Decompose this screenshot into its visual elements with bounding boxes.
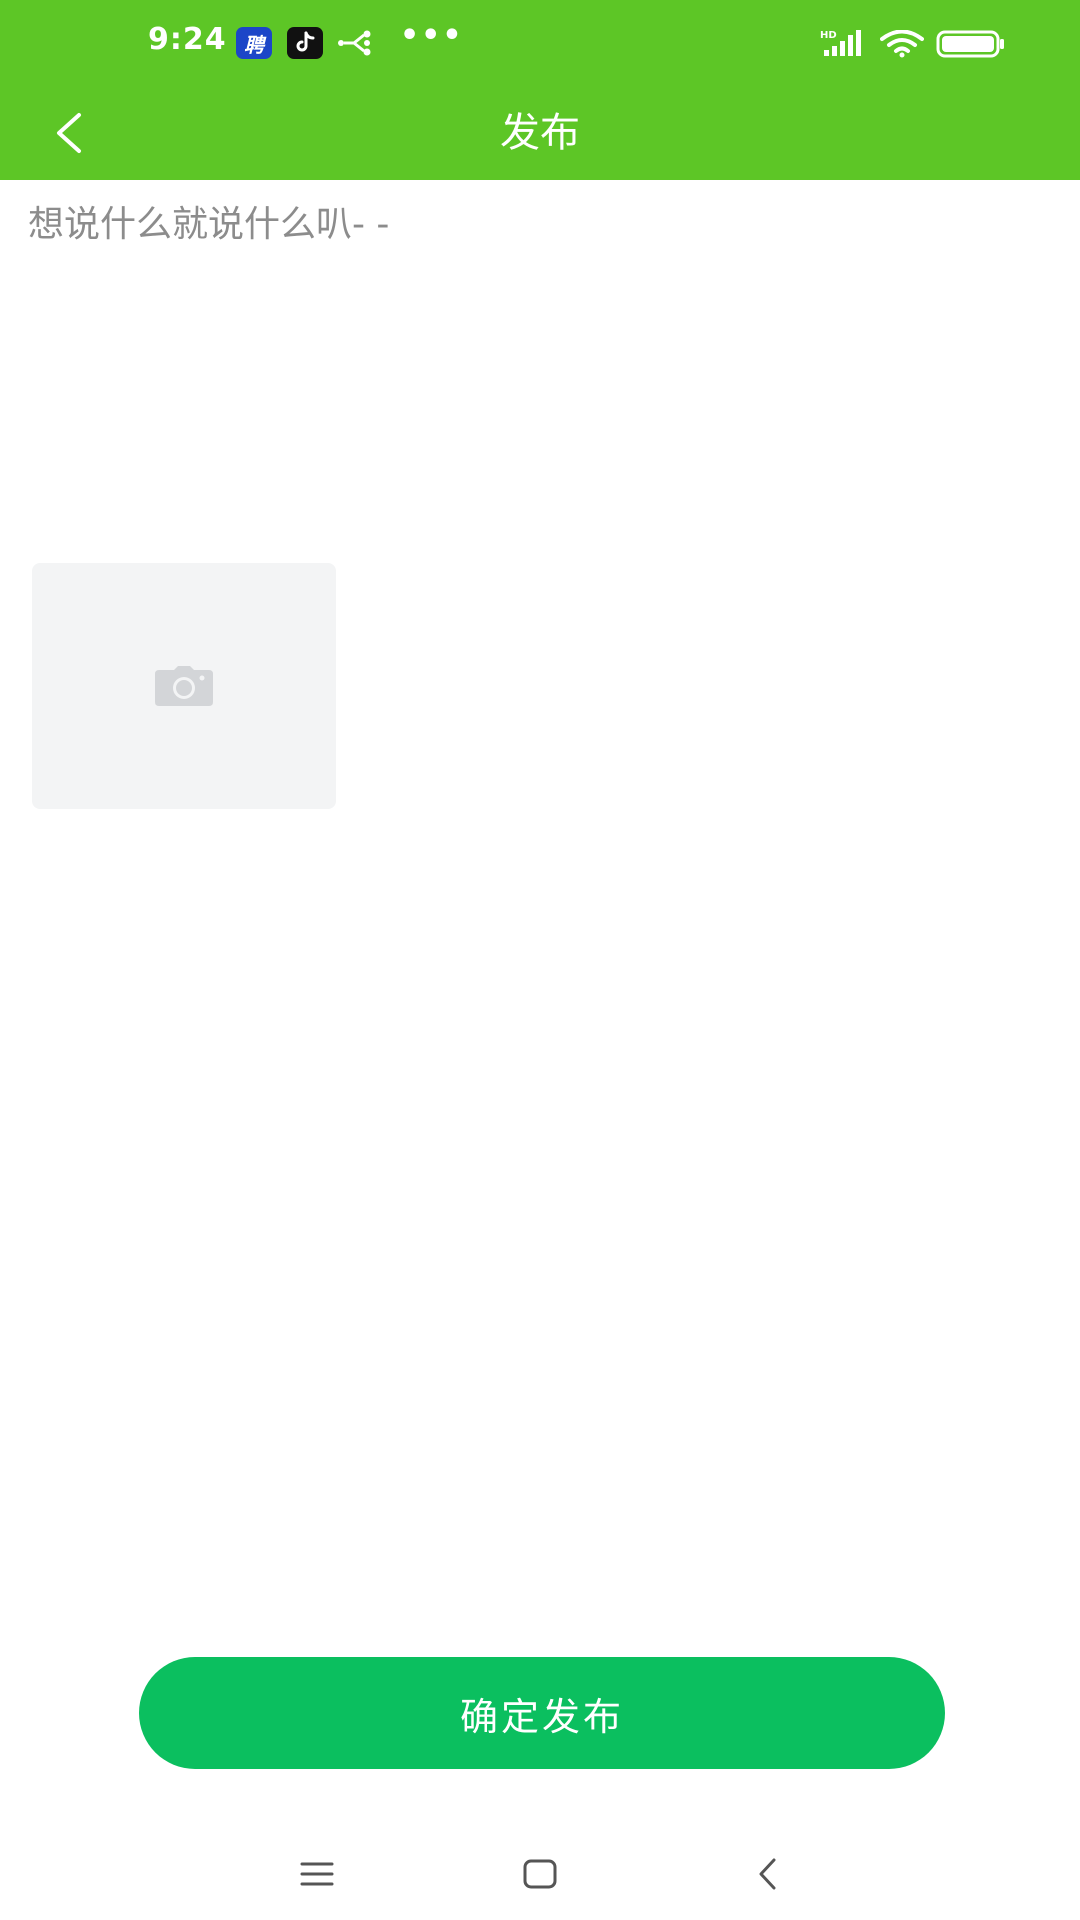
status-bar: 9:24 聘 ••• HD <box>0 0 1080 86</box>
system-nav-bar <box>0 1830 1080 1920</box>
menu-icon <box>300 1862 334 1886</box>
more-dots-icon: ••• <box>400 18 464 53</box>
wifi-icon <box>880 29 924 62</box>
add-photo-button[interactable] <box>32 563 336 809</box>
nav-menu-button[interactable] <box>282 1844 352 1904</box>
tiktok-icon <box>287 27 323 59</box>
battery-icon <box>936 30 1006 62</box>
post-content-input[interactable] <box>28 200 1048 530</box>
app-bar: 发布 <box>0 86 1080 180</box>
camera-icon <box>155 666 213 706</box>
nav-home-button[interactable] <box>505 1844 575 1904</box>
recruit-app-icon: 聘 <box>236 27 272 59</box>
home-icon <box>523 1859 557 1889</box>
share-icon <box>336 28 374 58</box>
signal-icon: HD <box>820 28 866 62</box>
confirm-publish-button[interactable]: 确定发布 <box>139 1657 945 1769</box>
back-button[interactable] <box>34 100 104 166</box>
signal-hd-label: HD <box>820 30 837 41</box>
back-icon <box>759 1858 776 1890</box>
chevron-left-icon <box>57 113 81 153</box>
page-title: 发布 <box>500 110 580 156</box>
publish-screen: 9:24 聘 ••• HD 发布 想说什么就说什么叭- - 确定发布 <box>0 0 1080 1920</box>
status-time: 9:24 <box>148 22 227 57</box>
nav-back-button[interactable] <box>733 1844 803 1904</box>
header: 9:24 聘 ••• HD 发布 <box>0 0 1080 180</box>
